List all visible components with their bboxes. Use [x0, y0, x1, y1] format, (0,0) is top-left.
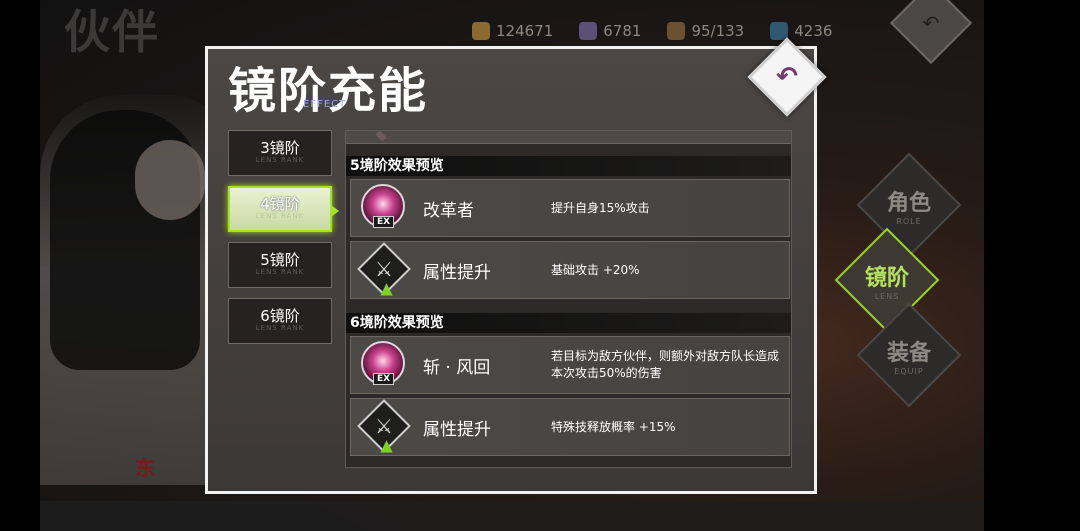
tab-label: 5镜阶: [260, 251, 300, 269]
ex-badge: EX: [373, 373, 395, 385]
tab-label: 6镜阶: [260, 307, 300, 325]
character-hair: [50, 110, 200, 370]
gold-coin-icon: [472, 22, 490, 40]
tab-lens-5[interactable]: 5镜阶 LENS RANK: [228, 242, 332, 288]
side-button-lens-sub: LENS: [874, 291, 900, 301]
tab-lens-3[interactable]: 3镜阶 LENS RANK: [228, 130, 332, 176]
attribute-up-icon: ⚔ ▲: [357, 242, 411, 297]
effect-name: 斩 · 风回: [423, 357, 491, 378]
background-title: 伙伴: [64, 5, 160, 59]
tab-lens-6[interactable]: 6镜阶 LENS RANK: [228, 298, 332, 344]
back-arrow-icon: ↶: [922, 10, 940, 35]
side-button-role-label: 角色: [886, 190, 931, 216]
effect-row: ⚔ ▲ 属性提升 基础攻击 +20%: [350, 241, 790, 299]
dialog-title: 镜阶充能: [228, 63, 429, 119]
bottom-bar: [40, 501, 984, 531]
crystal-icon: [579, 22, 598, 40]
currency-chest-value: 95/133: [691, 22, 745, 40]
currency-chest: 95/133: [667, 22, 744, 40]
side-button-role-sub: ROLE: [896, 216, 922, 226]
close-button[interactable]: ↶: [747, 37, 827, 117]
effect-row: EX 斩 · 风回 若目标为敌方伙伴，则额外对敌方队长造成本次攻击50%的伤害: [350, 336, 790, 394]
side-button-equip-sub: EQUIP: [894, 366, 924, 376]
effect-description: 提升自身15%攻击: [551, 200, 650, 215]
character-portrait: [40, 95, 230, 485]
ex-skill-icon: EX: [361, 341, 409, 389]
tab-lens-4[interactable]: 4镜阶 LENS RANK: [228, 186, 339, 232]
character-name: 东: [135, 456, 155, 480]
effect-name: 属性提升: [423, 419, 491, 440]
effect-name: 属性提升: [423, 262, 491, 283]
currency-bar: 124671 6781 95/133 4236: [472, 22, 832, 40]
tab-label: 4镜阶: [260, 195, 300, 213]
currency-gem: 4236: [770, 22, 832, 40]
currency-gold: 124671: [472, 22, 553, 40]
back-arrow-icon: ↶: [776, 62, 798, 92]
tab-sub-label: LENS RANK: [255, 156, 305, 164]
effect-preview-list[interactable]: 5境阶效果预览 EX 改革者 提升自身15%攻击 ⚔ ▲ 属性提升 基础攻击 +2…: [345, 130, 792, 468]
lens-charge-dialog: 镜阶充能 EFFECT ↶ 3镜阶 LENS RANK 4镜阶 LENS RAN…: [205, 37, 827, 494]
character-face: [135, 140, 205, 220]
tab-sub-label: LENS RANK: [255, 324, 305, 332]
side-button-lens-label: 镜阶: [864, 265, 909, 291]
dialog-subtitle: EFFECT: [303, 99, 347, 110]
currency-gold-value: 124671: [496, 22, 554, 40]
effect-name: 改革者: [423, 200, 474, 221]
tab-sub-label: LENS RANK: [255, 212, 305, 220]
tab-sub-label: LENS RANK: [255, 268, 305, 276]
ex-badge: EX: [373, 216, 395, 228]
background-back-button: ↶: [889, 0, 973, 65]
currency-gem-value: 4236: [794, 22, 833, 40]
effect-description: 特殊技释放概率 +15%: [551, 419, 676, 434]
attribute-up-icon: ⚔ ▲: [357, 399, 411, 454]
side-button-equip-label: 装备: [886, 340, 931, 366]
effect-row: EX 改革者 提升自身15%攻击: [350, 179, 790, 237]
chest-icon: [667, 22, 686, 40]
section-heading: 6境阶效果预览: [346, 313, 791, 333]
currency-crystal-value: 6781: [603, 22, 642, 40]
effect-row: ⚔ ▲ 属性提升 特殊技释放概率 +15%: [350, 398, 790, 456]
lens-rank-tabs: 3镜阶 LENS RANK 4镜阶 LENS RANK 5镜阶 LENS RAN…: [228, 130, 339, 354]
effect-description: 若目标为敌方伙伴，则额外对敌方队长造成本次攻击50%的伤害: [551, 349, 780, 380]
tab-label: 3镜阶: [260, 139, 300, 157]
ex-skill-icon: EX: [361, 184, 409, 232]
scroll-top-strip: [346, 131, 791, 144]
section-heading: 5境阶效果预览: [346, 156, 791, 176]
effect-description: 基础攻击 +20%: [551, 262, 640, 277]
currency-crystal: 6781: [579, 22, 641, 40]
